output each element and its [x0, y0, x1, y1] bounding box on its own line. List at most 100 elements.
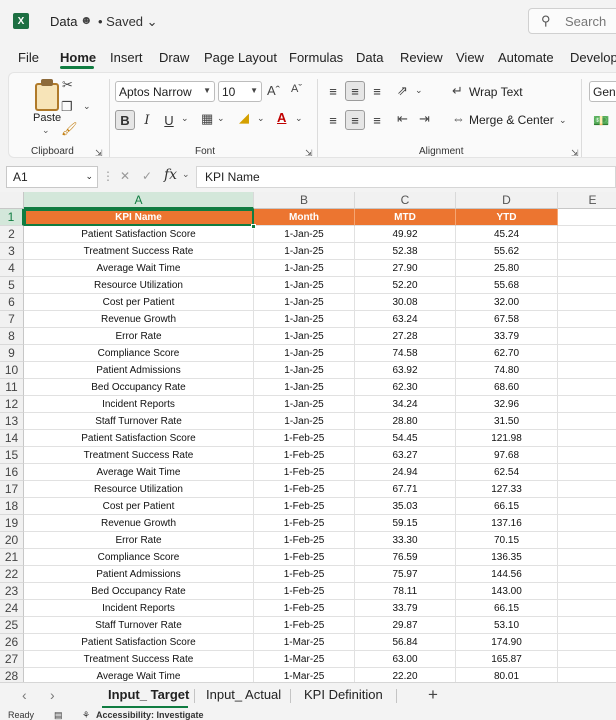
- row-header[interactable]: 13: [0, 413, 24, 430]
- table-cell[interactable]: 56.84: [355, 634, 456, 651]
- table-cell[interactable]: 97.68: [456, 447, 558, 464]
- table-cell[interactable]: 63.00: [355, 651, 456, 668]
- table-cell[interactable]: 68.60: [456, 379, 558, 396]
- align-left-icon[interactable]: ≡: [323, 110, 343, 130]
- table-cell[interactable]: [558, 617, 616, 634]
- table-cell[interactable]: Patient Satisfaction Score: [24, 226, 254, 243]
- sheet-tab-input-actual[interactable]: Input_ Actual: [206, 687, 281, 702]
- increase-font-size-icon[interactable]: Aˆ: [267, 83, 280, 98]
- header-cell[interactable]: MTD: [355, 209, 456, 226]
- font-color-dropdown-icon[interactable]: ⌄: [295, 113, 303, 124]
- table-cell[interactable]: 29.87: [355, 617, 456, 634]
- row-header[interactable]: 3: [0, 243, 24, 260]
- previous-sheet-icon[interactable]: ‹: [22, 687, 27, 703]
- table-cell[interactable]: Revenue Growth: [24, 515, 254, 532]
- table-cell[interactable]: 1-Mar-25: [254, 651, 355, 668]
- table-cell[interactable]: 52.20: [355, 277, 456, 294]
- fill-color-dropdown-icon[interactable]: ⌄: [257, 113, 265, 124]
- tab-formulas[interactable]: Formulas: [289, 50, 343, 65]
- borders-icon[interactable]: ▦: [201, 111, 213, 127]
- font-launcher-icon[interactable]: ⇲: [305, 148, 313, 159]
- table-cell[interactable]: 53.10: [456, 617, 558, 634]
- table-cell[interactable]: Cost per Patient: [24, 498, 254, 515]
- table-cell[interactable]: 27.28: [355, 328, 456, 345]
- tab-data[interactable]: Data: [356, 50, 383, 65]
- column-header[interactable]: A: [24, 192, 254, 209]
- table-cell[interactable]: 75.97: [355, 566, 456, 583]
- format-painter-icon[interactable]: 🖌: [61, 121, 78, 137]
- table-cell[interactable]: 35.03: [355, 498, 456, 515]
- table-cell[interactable]: [558, 243, 616, 260]
- table-cell[interactable]: 1-Feb-25: [254, 481, 355, 498]
- sheet-tab-input-target[interactable]: Input_ Target: [108, 687, 189, 702]
- table-cell[interactable]: [558, 362, 616, 379]
- table-cell[interactable]: 1-Feb-25: [254, 532, 355, 549]
- table-cell[interactable]: 33.30: [355, 532, 456, 549]
- table-cell[interactable]: Resource Utilization: [24, 277, 254, 294]
- paste-icon[interactable]: [35, 83, 59, 111]
- table-cell[interactable]: 67.58: [456, 311, 558, 328]
- table-cell[interactable]: [558, 566, 616, 583]
- wrap-text-button[interactable]: Wrap Text: [469, 85, 523, 99]
- table-cell[interactable]: 1-Jan-25: [254, 379, 355, 396]
- table-cell[interactable]: 1-Feb-25: [254, 583, 355, 600]
- table-cell[interactable]: 1-Jan-25: [254, 243, 355, 260]
- sheet-tab-kpi-definition[interactable]: KPI Definition: [304, 687, 383, 702]
- table-cell[interactable]: [558, 396, 616, 413]
- font-size-dropdown[interactable]: 10 ▼: [218, 81, 262, 102]
- column-header[interactable]: B: [254, 192, 355, 209]
- header-cell[interactable]: [558, 209, 616, 226]
- table-cell[interactable]: 31.50: [456, 413, 558, 430]
- table-cell[interactable]: 1-Mar-25: [254, 634, 355, 651]
- table-cell[interactable]: 76.59: [355, 549, 456, 566]
- table-cell[interactable]: [558, 379, 616, 396]
- font-color-icon[interactable]: A: [277, 110, 286, 125]
- table-cell[interactable]: [558, 515, 616, 532]
- table-cell[interactable]: 24.94: [355, 464, 456, 481]
- fill-color-icon[interactable]: ◢: [239, 110, 249, 126]
- table-cell[interactable]: 1-Jan-25: [254, 277, 355, 294]
- table-cell[interactable]: 1-Feb-25: [254, 430, 355, 447]
- table-cell[interactable]: 55.62: [456, 243, 558, 260]
- table-cell[interactable]: [558, 447, 616, 464]
- table-cell[interactable]: 34.24: [355, 396, 456, 413]
- align-right-icon[interactable]: ≡: [367, 110, 387, 130]
- italic-button[interactable]: I: [137, 110, 157, 130]
- table-cell[interactable]: [558, 532, 616, 549]
- borders-dropdown-icon[interactable]: ⌄: [217, 113, 225, 124]
- align-middle-icon[interactable]: ≡: [345, 81, 365, 101]
- table-cell[interactable]: 1-Feb-25: [254, 447, 355, 464]
- table-cell[interactable]: Revenue Growth: [24, 311, 254, 328]
- table-cell[interactable]: Incident Reports: [24, 600, 254, 617]
- table-cell[interactable]: 1-Feb-25: [254, 566, 355, 583]
- row-header[interactable]: 9: [0, 345, 24, 362]
- row-header[interactable]: 28: [0, 668, 24, 682]
- table-cell[interactable]: Error Rate: [24, 328, 254, 345]
- row-header[interactable]: 8: [0, 328, 24, 345]
- table-cell[interactable]: Compliance Score: [24, 345, 254, 362]
- table-cell[interactable]: 1-Feb-25: [254, 617, 355, 634]
- document-title[interactable]: Data: [50, 14, 77, 29]
- row-header[interactable]: 10: [0, 362, 24, 379]
- table-cell[interactable]: [558, 430, 616, 447]
- add-sheet-button[interactable]: +: [428, 685, 438, 705]
- row-header[interactable]: 1: [0, 209, 24, 226]
- row-header[interactable]: 20: [0, 532, 24, 549]
- row-header[interactable]: 11: [0, 379, 24, 396]
- underline-button[interactable]: U: [159, 110, 179, 130]
- table-cell[interactable]: Patient Satisfaction Score: [24, 430, 254, 447]
- table-cell[interactable]: 1-Jan-25: [254, 328, 355, 345]
- insert-function-icon[interactable]: fx: [164, 167, 177, 183]
- clipboard-launcher-icon[interactable]: ⇲: [95, 148, 103, 159]
- row-header[interactable]: 2: [0, 226, 24, 243]
- table-cell[interactable]: [558, 413, 616, 430]
- tab-home[interactable]: Home: [60, 50, 96, 65]
- row-header[interactable]: 27: [0, 651, 24, 668]
- table-cell[interactable]: 33.79: [456, 328, 558, 345]
- table-cell[interactable]: [558, 600, 616, 617]
- saved-status[interactable]: • Saved ⌄: [98, 14, 158, 30]
- table-cell[interactable]: [558, 583, 616, 600]
- align-center-icon[interactable]: ≡: [345, 110, 365, 130]
- table-cell[interactable]: 30.08: [355, 294, 456, 311]
- table-cell[interactable]: 74.80: [456, 362, 558, 379]
